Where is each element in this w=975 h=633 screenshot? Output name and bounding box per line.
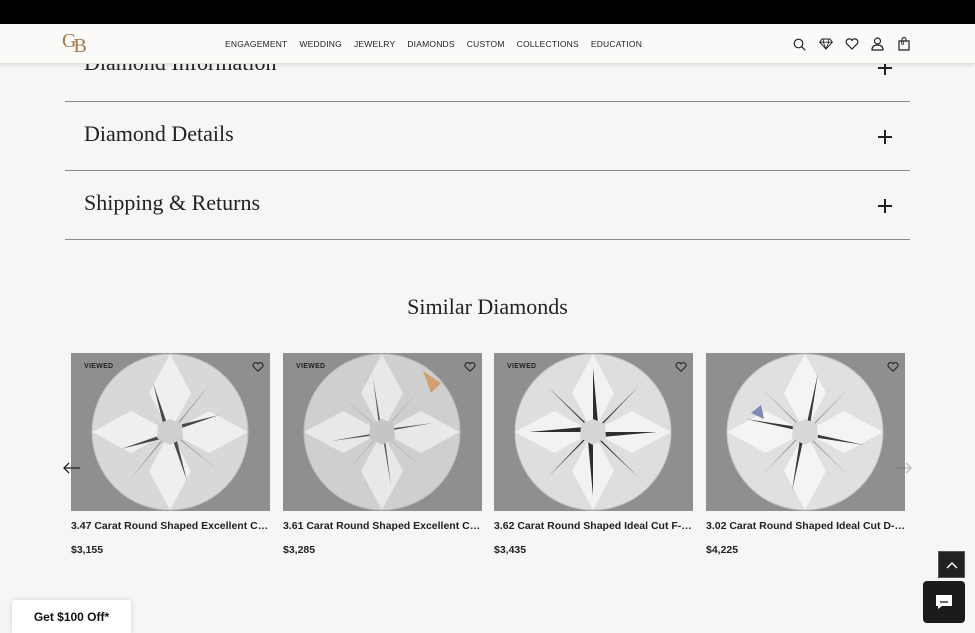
carousel-prev-arrow-icon[interactable]: [63, 462, 81, 474]
user-icon[interactable]: [870, 37, 885, 52]
nav-collections[interactable]: COLLECTIONS: [517, 39, 579, 49]
nav-custom[interactable]: CUSTOM: [467, 39, 505, 49]
product-card[interactable]: VIEWED 3.62 Carat Round Shaped Ideal Cut…: [494, 353, 693, 556]
nav-engagement[interactable]: ENGAGEMENT: [225, 39, 287, 49]
carousel-next-arrow-icon[interactable]: [894, 462, 912, 474]
logo-letter-g: G: [62, 30, 77, 52]
viewed-badge: VIEWED: [84, 363, 114, 370]
product-name[interactable]: 3.61 Carat Round Shaped Excellent Cut F.…: [283, 520, 482, 532]
round-diamond-image: [514, 353, 672, 511]
accordion-diamond-details[interactable]: Diamond Details: [65, 102, 910, 171]
nav-education[interactable]: EDUCATION: [591, 39, 642, 49]
nav-wedding[interactable]: WEDDING: [299, 39, 341, 49]
brand-logo[interactable]: GB: [62, 30, 87, 57]
product-price: $3,155: [71, 544, 104, 556]
accordion-shipping-returns[interactable]: Shipping & Returns: [65, 171, 910, 240]
scroll-to-top-button[interactable]: [938, 551, 965, 578]
chat-bubble-icon: [936, 595, 952, 609]
header-icons: 0: [792, 24, 911, 64]
product-price: $3,285: [283, 544, 316, 556]
round-diamond-image: [726, 353, 884, 511]
diamond-image[interactable]: VIEWED: [283, 353, 482, 511]
site-header: GB ENGAGEMENT WEDDING JEWELRY DIAMONDS C…: [0, 24, 975, 64]
round-diamond-image: [303, 353, 461, 511]
wishlist-heart-icon[interactable]: [675, 361, 687, 373]
accordion-title: Shipping & Returns: [84, 190, 261, 215]
wishlist-heart-icon[interactable]: [464, 361, 476, 373]
plus-icon[interactable]: [878, 199, 892, 213]
product-price: $4,225: [706, 544, 739, 556]
plus-icon[interactable]: [878, 130, 892, 144]
cart-count: 0: [901, 40, 905, 47]
similar-diamonds-heading: Similar Diamonds: [407, 294, 568, 319]
diamond-image[interactable]: [706, 353, 905, 511]
nav-jewelry[interactable]: JEWELRY: [354, 39, 395, 49]
accordion-title: Diamond Details: [84, 121, 234, 146]
nav-diamonds[interactable]: DIAMONDS: [407, 39, 454, 49]
viewed-badge: VIEWED: [296, 363, 326, 370]
diamond-image[interactable]: VIEWED: [494, 353, 693, 511]
product-name[interactable]: 3.47 Carat Round Shaped Excellent Cut ..…: [71, 520, 270, 532]
viewed-badge: VIEWED: [507, 363, 537, 370]
product-card[interactable]: 3.02 Carat Round Shaped Ideal Cut D-V...…: [706, 353, 905, 556]
product-price: $3,435: [494, 544, 527, 556]
wishlist-heart-icon[interactable]: [887, 361, 899, 373]
product-card[interactable]: VIEWED 3.61 Carat Round Shaped Excellent…: [283, 353, 482, 556]
product-name[interactable]: 3.62 Carat Round Shaped Ideal Cut F-VS..…: [494, 520, 693, 532]
bag-icon[interactable]: 0: [896, 37, 911, 52]
main-nav: ENGAGEMENT WEDDING JEWELRY DIAMONDS CUST…: [225, 24, 642, 64]
logo-letter-b: B: [73, 35, 86, 57]
heart-icon[interactable]: [844, 37, 859, 52]
diamond-icon[interactable]: [818, 37, 833, 52]
wishlist-heart-icon[interactable]: [252, 361, 264, 373]
search-icon[interactable]: [792, 37, 807, 52]
diamond-image[interactable]: VIEWED: [71, 353, 270, 511]
product-name[interactable]: 3.02 Carat Round Shaped Ideal Cut D-V...: [706, 520, 905, 532]
top-black-bar: [0, 0, 975, 24]
chevron-up-icon: [946, 561, 957, 568]
round-diamond-image: [91, 353, 249, 511]
promo-tab-button[interactable]: Get $100 Off*: [12, 600, 131, 633]
product-card[interactable]: VIEWED 3.47 Carat Round Shaped Excellent…: [71, 353, 270, 556]
chat-button[interactable]: [923, 581, 965, 623]
